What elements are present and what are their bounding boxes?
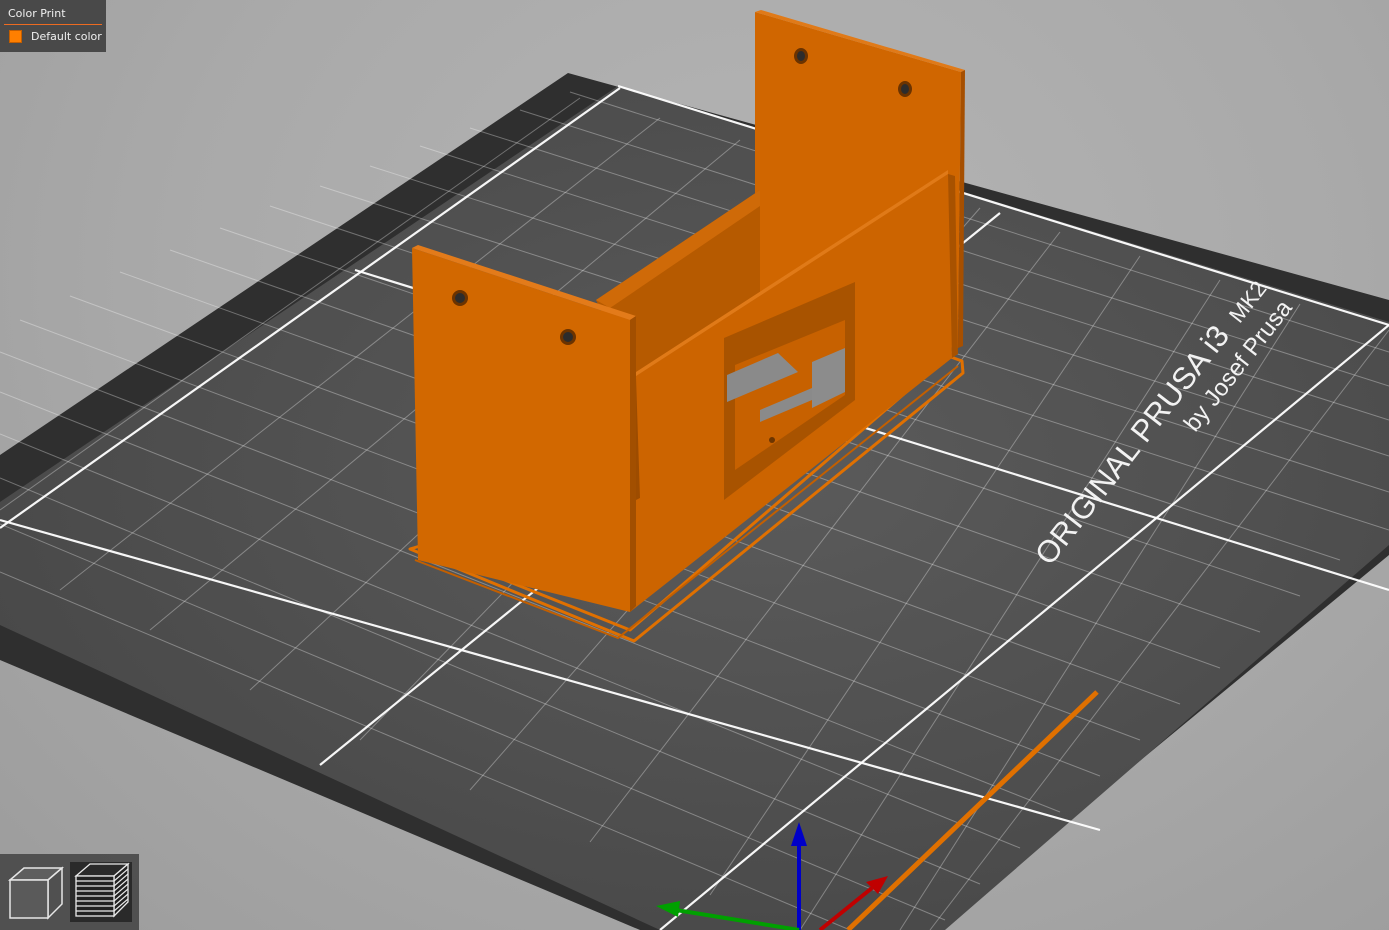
color-print-legend: Color Print Default color <box>0 0 106 52</box>
view-3d-button[interactable] <box>4 862 66 922</box>
layers-icon <box>74 862 130 918</box>
preview-layers-button[interactable] <box>70 862 132 922</box>
preview-scene: ORIGINAL PRUSA i3 MK2 by Josef Prusa <box>0 10 1389 930</box>
legend-item-label: Default color <box>31 30 102 43</box>
legend-title: Color Print <box>8 7 66 20</box>
view-toolbar <box>0 854 139 930</box>
3d-preview-viewport[interactable]: ORIGINAL PRUSA i3 MK2 by Josef Prusa Col… <box>0 0 1389 930</box>
cube-icon <box>7 866 65 920</box>
legend-color-swatch <box>9 30 22 43</box>
legend-separator <box>4 24 102 25</box>
